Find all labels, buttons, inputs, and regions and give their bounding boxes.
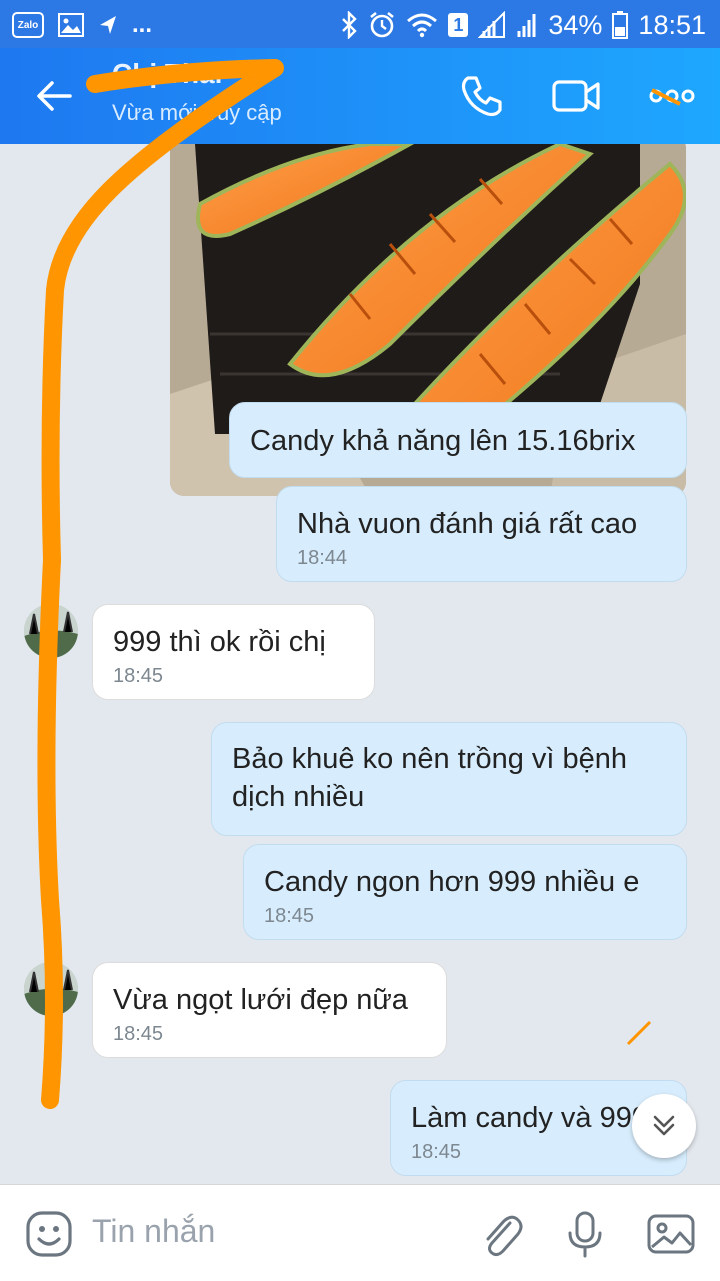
message-bubble-outgoing[interactable]: Nhà vuon đánh giá rất cao 18:44 — [276, 486, 687, 582]
scroll-to-bottom-button[interactable] — [632, 1094, 696, 1158]
message-bubble-outgoing[interactable]: Candy ngon hơn 999 nhiều e 18:45 — [243, 844, 687, 940]
message-text: Nhà vuon đánh giá rất cao — [297, 508, 638, 540]
message-text: Candy khả năng lên 15.16brix — [250, 425, 636, 457]
chat-header: Chị Thái Vừa mới truy cập — [0, 48, 720, 144]
more-options-icon[interactable] — [646, 70, 698, 122]
message-time: 18:45 — [264, 905, 315, 927]
message-bubble-outgoing[interactable]: Bảo khuê ko nên trồng vì bệnh dịch nhiều — [211, 722, 687, 836]
microphone-icon[interactable] — [560, 1209, 610, 1259]
more-notifications: ... — [132, 11, 153, 38]
alarm-icon — [370, 11, 395, 38]
emoji-icon[interactable] — [24, 1209, 74, 1259]
attachment-icon[interactable] — [476, 1209, 526, 1259]
clock: 18:51 — [638, 9, 706, 40]
message-time: 18:45 — [411, 1141, 462, 1163]
message-bubble-outgoing[interactable]: Candy khả năng lên 15.16brix — [229, 402, 687, 478]
gallery-icon[interactable] — [646, 1209, 696, 1259]
last-seen-status: Vừa mới truy cập — [112, 100, 282, 125]
message-input[interactable]: Tin nhắn — [92, 1213, 215, 1250]
wifi-icon — [407, 13, 438, 38]
contact-avatar[interactable] — [24, 962, 78, 1016]
message-text: Bảo khuê ko nên trồng vì bệnh dịch nhiều — [232, 743, 628, 813]
status-bar: Zalo ... 1 34% 18:51 — [0, 0, 720, 48]
signal-icon — [517, 14, 536, 37]
zalo-icon: Zalo — [12, 12, 44, 38]
signal-icon — [478, 11, 506, 38]
phone-icon[interactable] — [456, 70, 508, 122]
send-icon — [100, 16, 116, 34]
battery-percent: 34% — [548, 9, 603, 40]
message-time: 18:44 — [297, 547, 348, 569]
image-icon — [58, 13, 84, 37]
message-composer: Tin nhắn — [0, 1184, 720, 1281]
message-text: Candy ngon hơn 999 nhiều e — [264, 866, 640, 898]
message-text: 999 thì ok rồi chị — [113, 626, 326, 658]
message-text: Làm candy và 999 — [411, 1102, 648, 1134]
battery-icon — [612, 11, 629, 39]
sim-1-icon: 1 — [448, 13, 469, 37]
double-chevron-down-icon — [653, 1115, 675, 1136]
message-list[interactable]: Candy khả năng lên 15.16brix Nhà vuon đá… — [0, 144, 720, 1184]
message-text: Vừa ngọt lưới đẹp nữa — [113, 984, 408, 1016]
message-bubble-incoming[interactable]: 999 thì ok rồi chị 18:45 — [92, 604, 375, 700]
message-bubble-incoming[interactable]: Vừa ngọt lưới đẹp nữa 18:45 — [92, 962, 447, 1058]
contact-name[interactable]: Chị Thái — [112, 58, 222, 90]
message-time: 18:45 — [113, 1023, 164, 1045]
back-arrow-icon[interactable] — [32, 74, 76, 118]
bluetooth-icon — [342, 11, 358, 39]
video-call-icon[interactable] — [550, 70, 602, 122]
contact-avatar[interactable] — [24, 604, 78, 658]
message-time: 18:45 — [113, 665, 164, 687]
